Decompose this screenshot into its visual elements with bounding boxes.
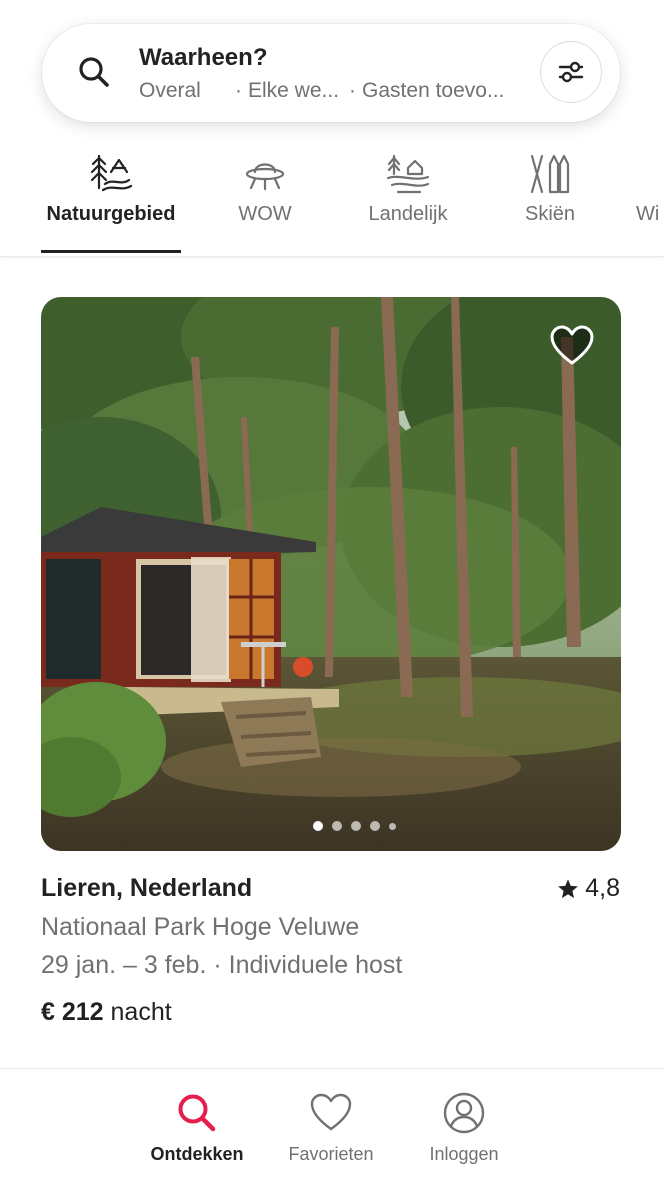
listing-title[interactable]: Lieren, Nederland: [41, 874, 252, 903]
listing-subtitle: Nationaal Park Hoge Veluwe: [41, 913, 360, 941]
photo-pagination: [0, 821, 664, 831]
category-label: Wi: [636, 203, 660, 225]
separator: ·: [349, 79, 357, 102]
pagination-dot: [350, 821, 361, 831]
sliders-icon: [558, 61, 584, 83]
listing-photo[interactable]: [41, 297, 621, 851]
category-skien[interactable]: Skiën: [504, 140, 596, 256]
nature-reserve-icon: [90, 154, 133, 192]
active-category-indicator: [41, 250, 181, 253]
star-icon: [558, 878, 579, 898]
category-bar: Natuurgebied WOW Landelijk Skiën Wi: [0, 140, 664, 257]
pagination-dot: [312, 821, 323, 831]
search-when: Elke we...: [248, 79, 340, 102]
bottom-navigation: Ontdekken Favorieten Inloggen: [0, 1068, 664, 1185]
search-summary: Overal · Elke we... · Gasten toevo...: [139, 79, 504, 103]
pagination-dot: [388, 822, 396, 830]
pagination-dot: [369, 821, 380, 831]
nav-label: Inloggen: [429, 1144, 499, 1164]
listing-dates: 29 jan. – 3 feb. · Individuele host: [41, 951, 403, 979]
price-amount: € 212: [41, 998, 104, 1026]
user-circle-icon: [443, 1092, 485, 1134]
nav-favorieten[interactable]: Favorieten: [271, 1069, 391, 1185]
category-natuurgebied[interactable]: Natuurgebied: [41, 140, 181, 256]
price-unit: nacht: [110, 998, 172, 1026]
search-bar[interactable]: Waarheen? Overal · Elke we... · Gasten t…: [42, 24, 620, 122]
search-title: Waarheen?: [139, 44, 268, 71]
listing-rating: 4,8: [557, 874, 620, 903]
heart-icon: [310, 1093, 352, 1131]
skiing-icon: [530, 154, 570, 194]
search-guests: Gasten toevo...: [362, 79, 505, 102]
separator: ·: [235, 79, 242, 102]
nav-inloggen[interactable]: Inloggen: [404, 1069, 524, 1185]
cabin-in-forest-image: [41, 297, 621, 851]
category-label: Natuurgebied: [46, 203, 176, 225]
listing-price: € 212 nacht: [41, 998, 172, 1027]
search-where: Overal: [139, 79, 201, 102]
rating-value: 4,8: [585, 874, 620, 902]
countryside-icon: [386, 154, 430, 194]
nav-label: Ontdekken: [150, 1144, 244, 1164]
nav-label: Favorieten: [288, 1144, 374, 1164]
search-icon: [79, 57, 109, 87]
filters-button[interactable]: [540, 41, 602, 103]
category-label: WOW: [238, 203, 292, 225]
category-label: Skiën: [524, 203, 576, 225]
category-partial[interactable]: Wi: [630, 140, 664, 256]
ufo-icon: [245, 163, 285, 191]
favorite-heart-icon[interactable]: [549, 323, 595, 369]
category-label: Landelijk: [368, 203, 448, 225]
nav-ontdekken[interactable]: Ontdekken: [137, 1069, 257, 1185]
category-wow[interactable]: WOW: [212, 140, 318, 256]
pagination-dot: [331, 821, 342, 831]
category-landelijk[interactable]: Landelijk: [346, 140, 470, 256]
search-icon: [178, 1094, 216, 1132]
